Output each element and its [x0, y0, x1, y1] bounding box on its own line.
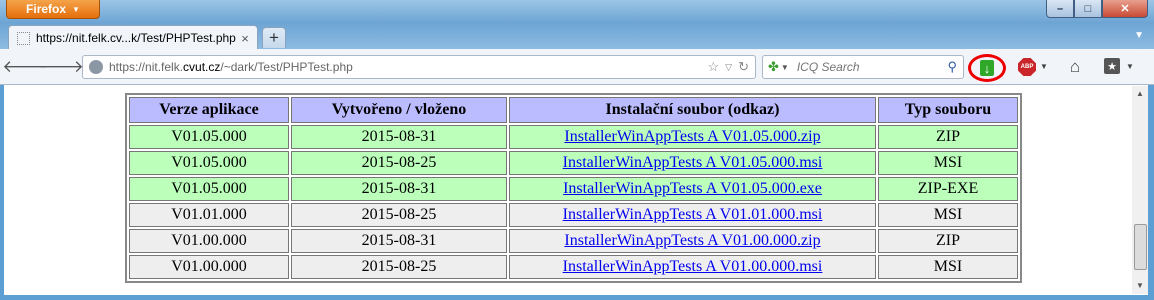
- page-content: Verze aplikace Vytvořeno / vloženo Insta…: [4, 85, 1148, 295]
- cell-date: 2015-08-31: [291, 177, 507, 201]
- engine-dropdown-icon[interactable]: ▼: [781, 63, 789, 72]
- bookmarks-icon[interactable]: ★: [1104, 58, 1120, 74]
- minimize-icon: –: [1056, 2, 1064, 15]
- installer-table: Verze aplikace Vytvořeno / vloženo Insta…: [125, 93, 1022, 283]
- cell-file: InstallerWinAppTests A V01.05.000.exe: [509, 177, 876, 201]
- scroll-down-icon[interactable]: ▼: [1132, 278, 1148, 294]
- close-window-button[interactable]: ✕: [1102, 0, 1148, 18]
- installer-link[interactable]: InstallerWinAppTests A V01.00.000.zip: [564, 232, 820, 249]
- bookmarks-dropdown-icon[interactable]: ▼: [1126, 62, 1134, 71]
- cell-version: V01.01.000: [129, 203, 289, 227]
- table-row: V01.05.000 2015-08-25 InstallerWinAppTes…: [129, 151, 1018, 175]
- window-frame-right: [1150, 85, 1154, 300]
- installer-link[interactable]: InstallerWinAppTests A V01.01.000.msi: [563, 206, 823, 223]
- reload-icon[interactable]: ↻: [738, 59, 749, 75]
- installer-link[interactable]: InstallerWinAppTests A V01.05.000.zip: [564, 128, 820, 145]
- minimize-button[interactable]: –: [1046, 0, 1074, 18]
- cell-type: MSI: [878, 203, 1018, 227]
- page-favicon-icon: [17, 31, 30, 45]
- back-button[interactable]: 🡐: [2, 56, 48, 78]
- url-host: cvut.cz: [183, 60, 221, 74]
- url-text[interactable]: https://nit.felk.cvut.cz/~dark/Test/PHPT…: [109, 60, 708, 74]
- firefox-menu-button[interactable]: Firefox ▼: [6, 0, 100, 19]
- url-prefix: https://nit.felk.: [109, 60, 184, 74]
- scroll-up-icon[interactable]: ▲: [1132, 86, 1148, 102]
- installer-link[interactable]: InstallerWinAppTests A V01.00.000.msi: [563, 258, 823, 275]
- table-row: V01.01.000 2015-08-25 InstallerWinAppTes…: [129, 203, 1018, 227]
- cell-version: V01.05.000: [129, 125, 289, 149]
- table-header-row: Verze aplikace Vytvořeno / vloženo Insta…: [129, 97, 1018, 123]
- installer-link[interactable]: InstallerWinAppTests A V01.05.000.exe: [563, 180, 822, 197]
- adblock-icon[interactable]: ABP: [1018, 58, 1036, 76]
- cell-type: MSI: [878, 255, 1018, 279]
- table-row: V01.00.000 2015-08-31 InstallerWinAppTes…: [129, 229, 1018, 253]
- cell-file: InstallerWinAppTests A V01.05.000.zip: [509, 125, 876, 149]
- cell-file: InstallerWinAppTests A V01.00.000.msi: [509, 255, 876, 279]
- url-path: /~dark/Test/PHPTest.php: [220, 60, 353, 74]
- tab-list-chevron-icon[interactable]: ▼: [1134, 30, 1144, 41]
- adblock-dropdown-icon[interactable]: ▼: [1040, 62, 1048, 71]
- header-file-type: Typ souboru: [878, 97, 1018, 123]
- header-version: Verze aplikace: [129, 97, 289, 123]
- navigation-toolbar: 🡐 🡒 https://nit.felk.cvut.cz/~dark/Test/…: [0, 49, 1154, 85]
- downloads-button[interactable]: ↓: [968, 54, 1006, 82]
- installer-link[interactable]: InstallerWinAppTests A V01.05.000.msi: [563, 154, 823, 171]
- maximize-icon: □: [1084, 2, 1092, 15]
- cell-type: MSI: [878, 151, 1018, 175]
- search-input[interactable]: [794, 59, 948, 75]
- scrollbar-thumb[interactable]: [1134, 224, 1147, 270]
- tab-phptest[interactable]: https://nit.felk.cv...k/Test/PHPTest.php…: [8, 25, 258, 50]
- window-titlebar: Firefox ▼ – □ ✕: [0, 0, 1154, 22]
- new-tab-button[interactable]: +: [262, 27, 286, 48]
- cell-version: V01.05.000: [129, 177, 289, 201]
- maximize-button[interactable]: □: [1074, 0, 1102, 18]
- cell-type: ZIP: [878, 125, 1018, 149]
- globe-icon: [89, 60, 103, 74]
- cell-file: InstallerWinAppTests A V01.01.000.msi: [509, 203, 876, 227]
- home-icon[interactable]: ⌂: [1064, 57, 1086, 77]
- url-dropdown-icon[interactable]: ▽: [725, 62, 732, 73]
- cell-date: 2015-08-25: [291, 203, 507, 227]
- cell-type: ZIP-EXE: [878, 177, 1018, 201]
- cell-date: 2015-08-31: [291, 125, 507, 149]
- tab-title: https://nit.felk.cv...k/Test/PHPTest.php: [36, 31, 236, 45]
- cell-date: 2015-08-25: [291, 255, 507, 279]
- close-icon: ✕: [1120, 3, 1130, 15]
- cell-version: V01.05.000: [129, 151, 289, 175]
- cell-file: InstallerWinAppTests A V01.05.000.msi: [509, 151, 876, 175]
- window-frame-bottom: [0, 295, 1154, 300]
- cell-file: InstallerWinAppTests A V01.00.000.zip: [509, 229, 876, 253]
- search-icon[interactable]: ⚲: [947, 59, 957, 75]
- clover-icon[interactable]: ✤: [768, 59, 779, 75]
- forward-icon: 🡒: [38, 57, 84, 76]
- cell-version: V01.00.000: [129, 229, 289, 253]
- table-row: V01.00.000 2015-08-25 InstallerWinAppTes…: [129, 255, 1018, 279]
- bookmark-star-icon[interactable]: ☆: [708, 59, 720, 75]
- cell-version: V01.00.000: [129, 255, 289, 279]
- download-icon: ↓: [980, 60, 994, 76]
- header-created: Vytvořeno / vloženo: [291, 97, 507, 123]
- url-bar[interactable]: https://nit.felk.cvut.cz/~dark/Test/PHPT…: [82, 55, 756, 79]
- table-row: V01.05.000 2015-08-31 InstallerWinAppTes…: [129, 177, 1018, 201]
- tab-strip: https://nit.felk.cv...k/Test/PHPTest.php…: [0, 22, 1154, 50]
- cell-date: 2015-08-25: [291, 151, 507, 175]
- cell-date: 2015-08-31: [291, 229, 507, 253]
- header-installer-file: Instalační soubor (odkaz): [509, 97, 876, 123]
- window-controls: – □ ✕: [1046, 0, 1148, 18]
- tab-close-icon[interactable]: ×: [237, 31, 253, 46]
- firefox-menu-label: Firefox: [26, 2, 67, 16]
- cell-type: ZIP: [878, 229, 1018, 253]
- chevron-down-icon: ▼: [72, 4, 80, 14]
- search-bar[interactable]: ✤ ▼ ⚲: [762, 55, 964, 79]
- forward-button[interactable]: 🡒: [38, 56, 84, 78]
- table-row: V01.05.000 2015-08-31 InstallerWinAppTes…: [129, 125, 1018, 149]
- vertical-scrollbar[interactable]: ▲ ▼: [1132, 86, 1148, 294]
